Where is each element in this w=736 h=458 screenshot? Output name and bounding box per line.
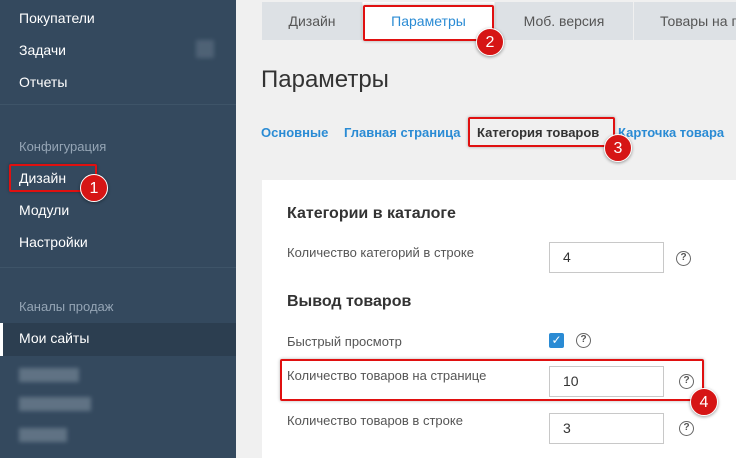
sidebar-divider — [0, 104, 236, 105]
section-title-products: Вывод товаров — [287, 293, 412, 310]
sidebar-item-label: Мои сайты — [19, 330, 90, 346]
page-title: Параметры — [261, 66, 389, 93]
products-per-row-input[interactable]: 3 — [549, 413, 664, 444]
sidebar-blurred-site[interactable] — [19, 428, 67, 442]
sidebar-blurred-site[interactable] — [19, 397, 91, 411]
sidebar-divider — [0, 267, 236, 268]
tab-products[interactable]: Товары на г — [634, 2, 736, 40]
section-title-categories: Категории в каталоге — [287, 205, 456, 222]
sidebar-blurred-site[interactable] — [19, 368, 79, 382]
subtab-home[interactable]: Главная страница — [344, 125, 460, 140]
highlight-products-per-page — [280, 359, 704, 401]
categories-per-row-input[interactable]: 4 — [549, 242, 664, 273]
highlight-parameters-tab — [363, 5, 494, 41]
sidebar-blurred-badge — [196, 40, 214, 58]
products-per-row-label: Количество товаров в строке — [287, 413, 463, 428]
sidebar-item-reports[interactable]: Отчеты — [19, 74, 67, 90]
step-badge-3: 3 — [604, 134, 632, 162]
step-badge-4: 4 — [690, 388, 718, 416]
sidebar-item-settings[interactable]: Настройки — [19, 234, 88, 250]
quick-view-label: Быстрый просмотр — [287, 334, 402, 349]
help-icon[interactable]: ? — [679, 421, 694, 436]
sidebar-item-modules[interactable]: Модули — [19, 202, 69, 218]
sidebar-heading-channels: Каналы продаж — [19, 299, 114, 314]
sidebar-item-customers[interactable]: Покупатели — [19, 10, 95, 26]
help-icon[interactable]: ? — [676, 251, 691, 266]
categories-per-row-label: Количество категорий в строке — [287, 245, 474, 260]
sidebar-item-my-sites[interactable]: Мои сайты — [0, 323, 236, 356]
step-badge-2: 2 — [476, 28, 504, 56]
step-badge-1: 1 — [80, 174, 108, 202]
help-icon[interactable]: ? — [576, 333, 591, 348]
highlight-category-subtab — [468, 117, 615, 147]
sidebar: Покупатели Задачи Отчеты Конфигурация Ди… — [0, 0, 236, 458]
subtab-basic[interactable]: Основные — [261, 125, 328, 140]
tab-mobile[interactable]: Моб. версия — [495, 2, 633, 40]
quick-view-checkbox[interactable]: ✓ — [549, 333, 564, 348]
sidebar-heading-config: Конфигурация — [19, 139, 107, 154]
subtab-product-card[interactable]: Карточка товара — [618, 125, 724, 140]
tab-design[interactable]: Дизайн — [262, 2, 362, 40]
sidebar-item-tasks[interactable]: Задачи — [19, 42, 66, 58]
